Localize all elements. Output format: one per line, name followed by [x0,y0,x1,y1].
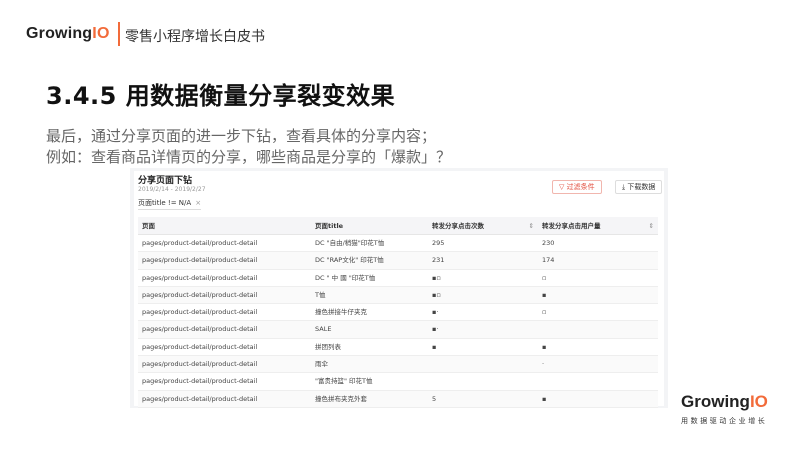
cell-page-title: DC "RAP文化" 印花T恤 [315,256,384,265]
table-row[interactable]: pages/product-detail/product-detail 撞色拼接牛… [138,304,658,322]
report-title: 分享页面下钻 [138,176,193,186]
table-row[interactable]: pages/product-detail/product-detail 撞色拼布夹… [138,390,658,408]
column-header-label: 转发分享点击用户量 [542,222,601,230]
cell-page: pages/product-detail/product-detail [142,308,258,317]
cell-share-users: · [542,360,545,369]
close-icon[interactable]: × [195,199,201,207]
header-divider [118,22,120,46]
filter-chip[interactable]: 页面title != N/A × [138,198,202,210]
report-card: 分享页面下钻 2019/2/14 - 2019/2/27 页面title != … [134,171,664,408]
column-header-share-clicks[interactable]: 转发分享点击次数 ⇕ [428,217,538,234]
download-icon: ⤓ [622,183,626,191]
cell-page: pages/product-detail/product-detail [142,360,258,369]
cell-page-title: 拼团列表 [315,342,341,351]
logo-text-growing: Growing [26,25,93,42]
table-row[interactable]: pages/product-detail/product-detail T恤 ▪▫ ▪ [138,286,658,305]
column-header-share-users[interactable]: 转发分享点击用户量 ⇕ [538,217,658,234]
sort-icon[interactable]: ⇕ [529,217,534,235]
footer-logo-text-growing: Growing [681,392,750,411]
cell-share-clicks: 5 [432,394,437,403]
report-screenshot-panel: 分享页面下钻 2019/2/14 - 2019/2/27 页面title != … [130,168,668,408]
cell-share-clicks: ▪▫ [432,273,441,282]
cell-page-title: 雨伞 [315,360,328,369]
cell-share-users: ▫ [542,308,547,317]
section-heading: 3.4.5 用数据衡量分享裂变效果 [46,82,396,110]
footer-growingio-logo: GrowingIO [681,392,768,412]
table-row[interactable]: pages/product-detail/product-detail 雨伞 · [138,356,658,374]
table-row[interactable]: pages/product-detail/product-detail DC " … [138,270,658,287]
share-drilldown-table: 页面 页面title 转发分享点击次数 ⇕ 转发分享点击用户量 ⇕ pages/pr… [138,217,658,408]
sort-icon[interactable]: ⇕ [649,217,654,235]
filter-conditions-button[interactable]: ▽ 过滤条件 [552,180,602,194]
cell-page: pages/product-detail/product-detail [142,325,258,334]
description-line-2: 例如：查看商品详情页的分享，哪些商品是分享的「爆款」？ [46,148,452,166]
cell-page: pages/product-detail/product-detail [142,377,258,386]
table-row[interactable]: pages/product-detail/product-detail 拼团列表 ▪… [138,339,658,357]
cell-page: pages/product-detail/product-detail [142,394,258,403]
cell-share-clicks: 295 [432,239,445,247]
column-header-label: 转发分享点击次数 [432,222,484,230]
table-body: pages/product-detail/product-detail DC "自… [138,235,658,408]
cell-page-title: DC " 中 國 "印花T恤 [315,273,376,282]
table-row[interactable]: pages/product-detail/product-detail DC "R… [138,252,658,270]
cell-page: pages/product-detail/product-detail [142,256,258,265]
table-row[interactable]: pages/product-detail/product-detail "富贵持篮… [138,373,658,391]
cell-share-clicks [428,356,538,372]
download-data-label: 下载数据 [627,183,656,191]
table-header: 页面 页面title 转发分享点击次数 ⇕ 转发分享点击用户量 ⇕ [138,217,658,235]
cell-page: pages/product-detail/product-detail [142,239,258,247]
footer-logo-text-io: IO [749,392,768,411]
cell-share-users: ▪ [542,290,547,299]
cell-page-title: T恤 [315,290,326,299]
cell-share-clicks [428,373,538,389]
table-row[interactable]: pages/product-detail/product-detail SALE ▪… [138,321,658,339]
cell-share-users: ▫ [542,273,547,282]
column-header-label: 页面title [315,222,344,230]
filter-conditions-label: 过滤条件 [566,183,595,191]
cell-share-clicks: 231 [432,256,445,265]
cell-share-users: ▪ [542,394,547,403]
cell-share-users: 230 [542,239,555,247]
cell-share-users [538,321,658,337]
report-date-range[interactable]: 2019/2/14 - 2019/2/27 [138,186,206,193]
download-data-button[interactable]: ⤓ 下载数据 [615,180,663,194]
growingio-logo: GrowingIO [26,25,110,43]
document-title: 零售小程序增长白皮书 [125,29,265,45]
logo-text-io: IO [92,25,110,42]
table-row[interactable]: pages/product-detail/product-detail DC "自… [138,235,658,253]
cell-page-title: 撞色拼布夹克外套 [315,394,367,403]
funnel-icon: ▽ [559,183,565,191]
cell-share-clicks: ▪· [432,325,439,334]
description-line-1: 最后，通过分享页面的进一步下钻，查看具体的分享内容； [46,127,437,145]
cell-share-clicks: ▪▫ [432,290,441,299]
cell-page-title: 撞色拼接牛仔夹克 [315,308,367,317]
cell-page: pages/product-detail/product-detail [142,273,258,282]
column-header-label: 页面 [142,222,155,230]
slide-header: GrowingIO 零售小程序增长白皮书 [0,0,800,60]
cell-page-title: SALE [315,325,332,334]
cell-page-title: DC "自由/稍猫"印花T恤 [315,239,385,247]
cell-share-users [538,373,658,389]
column-header-page-title[interactable]: 页面title [311,217,428,234]
cell-page: pages/product-detail/product-detail [142,342,258,351]
cell-share-users: ▪ [542,342,547,351]
footer-slogan: 用数据驱动企业增长 [681,417,768,425]
filter-chip-label: 页面title != N/A [138,199,192,207]
cell-share-clicks: ▪· [432,308,439,317]
cell-page: pages/product-detail/product-detail [142,290,258,299]
cell-share-users: 174 [542,256,555,265]
cell-share-clicks: ▪ [432,342,437,351]
column-header-page[interactable]: 页面 [138,217,311,234]
cell-page-title: "富贵持篮" 印花T恤 [315,377,373,386]
